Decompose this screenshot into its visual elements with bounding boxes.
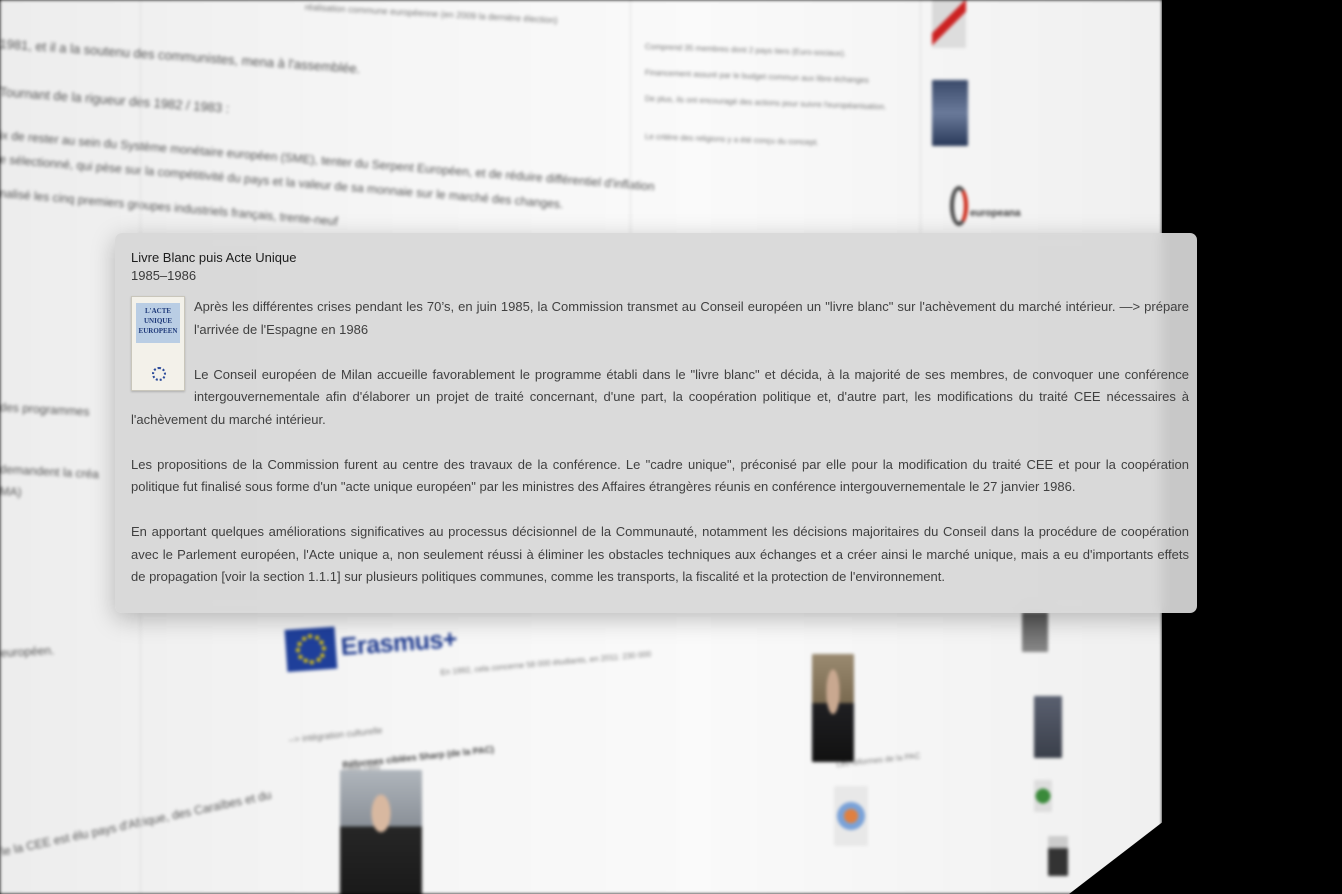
bg-line: des programmes — [0, 400, 90, 419]
acte-unique-book-cover[interactable]: L'ACTE UNIQUE EUROPEEN — [131, 296, 185, 391]
eu-stars-icon — [152, 367, 166, 381]
flag-star-icon — [314, 635, 319, 640]
bg-line: le la CEE est élu pays d'Afrique, des Ca… — [0, 787, 273, 859]
bg-line: En 1992, cela concerne 58 000 étudiants,… — [440, 649, 652, 677]
event-popup-card[interactable]: Livre Blanc puis Acte Unique 1985–1986 A… — [115, 233, 1197, 613]
popup-paragraph: Le Conseil européen de Milan accueille f… — [131, 366, 1189, 427]
flag-star-icon — [316, 657, 321, 663]
flag-star-icon — [320, 652, 325, 658]
column-divider — [920, 0, 921, 240]
bg-line: demandent la créa — [0, 462, 100, 482]
popup-body: Après les différentes crises pendant les… — [131, 296, 1189, 611]
popup-dates: 1985–1986 — [131, 268, 197, 283]
portrait-photo — [812, 654, 854, 762]
bg-line: réalisation commune européenne (en 2009 … — [304, 2, 558, 26]
bg-line: De plus, ils ont encouragé des actions p… — [644, 94, 887, 112]
cover-title-line: L'ACTE — [144, 307, 172, 315]
bg-label: europeana — [970, 208, 1021, 219]
portrait-photo — [340, 770, 422, 894]
bg-line: 1981, et il a la soutenu des communistes… — [0, 36, 361, 77]
flag-star-icon — [298, 654, 303, 659]
flag-star-icon — [295, 648, 301, 653]
map-thumbnail — [932, 0, 966, 48]
photo-thumbnail — [932, 80, 968, 146]
photo-thumbnail — [1034, 696, 1062, 758]
flag-star-icon — [319, 639, 324, 645]
popup-paragraph: Après les différentes crises pendant les… — [194, 299, 1189, 337]
flag-star-icon — [321, 646, 327, 651]
cover-title-line: UNIQUE — [143, 317, 172, 325]
section-label: --> intégration culturelle — [288, 725, 383, 745]
bg-line: Tournant de la rigueur dès 1982 / 1983 : — [0, 84, 230, 116]
bg-line: Comprend 35 membres dont 2 pays tiers (E… — [644, 42, 847, 59]
cover-title-line: EUROPEEN — [138, 327, 178, 335]
map-thumbnail — [834, 786, 868, 846]
flag-star-icon — [303, 658, 308, 664]
flag-star-icon — [309, 660, 314, 665]
bg-line: nalisé les cinq premiers groupes industr… — [0, 186, 339, 229]
portrait-photo — [1048, 836, 1068, 876]
bg-line: MA) — [0, 484, 22, 500]
photo-thumbnail — [1034, 780, 1052, 812]
bg-line: Le critère des religions y a été conçu d… — [644, 132, 819, 148]
column-divider — [630, 0, 631, 240]
erasmus-logo: Erasmus+ — [284, 618, 459, 672]
popup-paragraph: Les propositions de la Commission furent… — [131, 456, 1189, 495]
eu-flag-icon — [284, 626, 338, 672]
europeana-logo — [950, 186, 968, 226]
flag-star-icon — [301, 636, 306, 641]
flag-star-icon — [297, 641, 302, 646]
bg-line: Financement assuré par le budget commun … — [644, 68, 869, 85]
popup-paragraph: En apportant quelques améliorations sign… — [131, 524, 1189, 584]
photo-thumbnail — [1022, 612, 1048, 652]
bg-line: européen. — [0, 643, 55, 660]
erasmus-wordmark: Erasmus+ — [339, 624, 458, 661]
popup-title: Livre Blanc puis Acte Unique — [131, 250, 297, 265]
flag-star-icon — [307, 634, 313, 639]
